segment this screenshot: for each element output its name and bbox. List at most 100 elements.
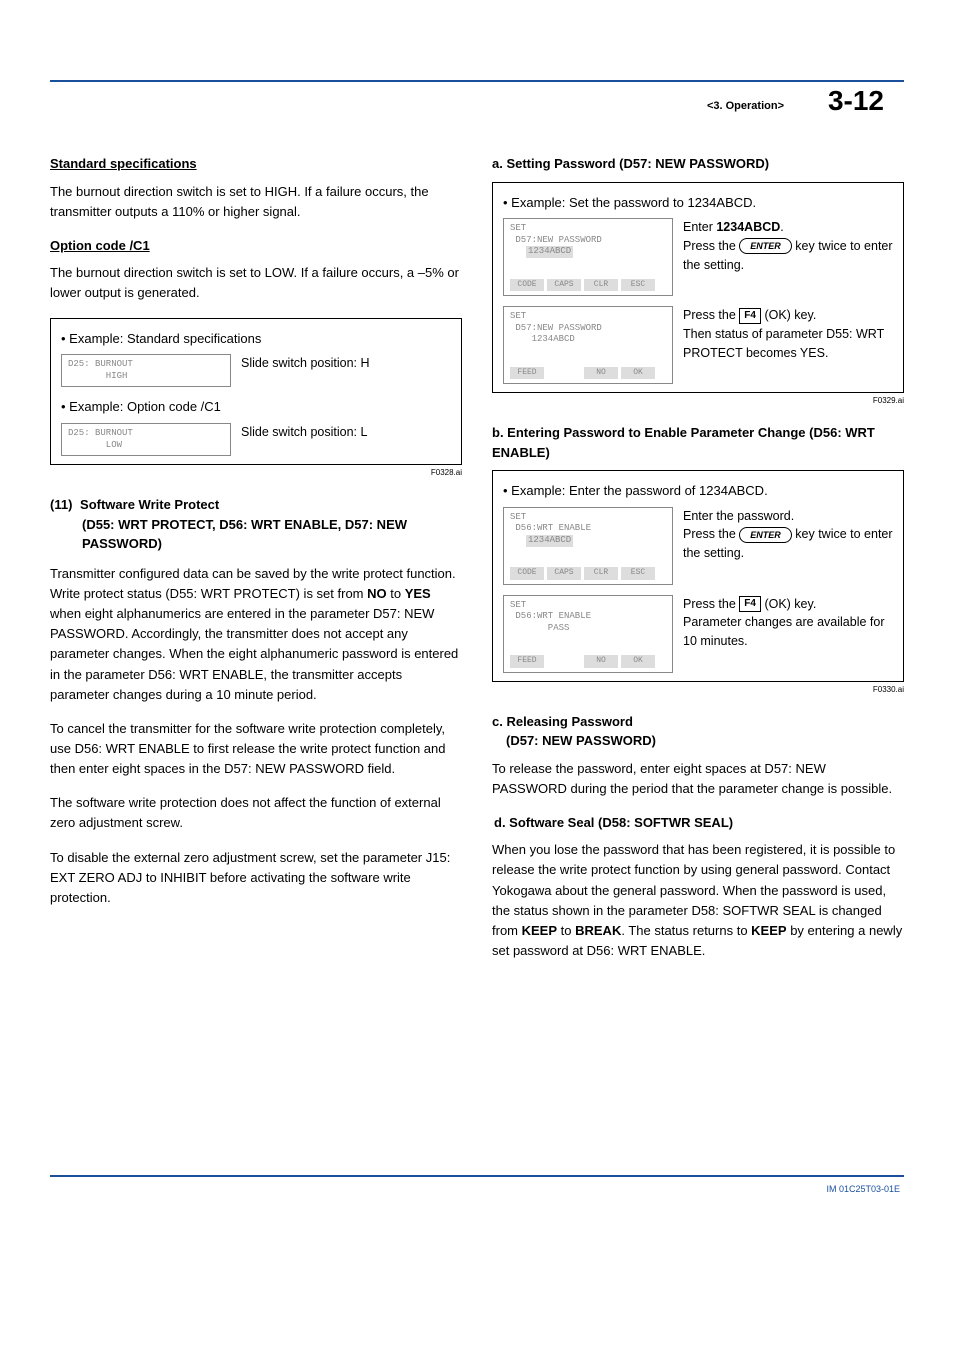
lcd-btn: CODE xyxy=(510,567,544,579)
lcd-line: PASS xyxy=(510,623,666,635)
section-title-line1: Software Write Protect xyxy=(80,497,219,512)
footer-rule xyxy=(50,1175,904,1177)
text: Press the xyxy=(683,308,739,322)
lcd-btn: ESC xyxy=(621,567,655,579)
lcd-btn: NO xyxy=(584,367,618,379)
lcd-btn: CLR xyxy=(584,567,618,579)
lcd-line: D57:NEW PASSWORD xyxy=(510,235,666,247)
lcd-btn: NO xyxy=(584,655,618,667)
example-a-title: • Example: Set the password to 1234ABCD. xyxy=(503,193,893,213)
lcd-line: LOW xyxy=(68,440,224,452)
lcd-btn: OK xyxy=(621,367,655,379)
example-b2-note: Press the F4 (OK) key. Parameter changes… xyxy=(683,595,893,651)
lcd-line: 1234ABCD xyxy=(510,334,666,346)
heading-b: b. Entering Password to Enable Parameter… xyxy=(492,423,904,462)
text: Press the xyxy=(683,239,739,253)
lcd-screen-a2: SET D57:NEW PASSWORD 1234ABCD FEED NO OK xyxy=(503,306,673,384)
enter-key-icon: ENTER xyxy=(739,527,792,543)
lcd-btn: FEED xyxy=(510,655,544,667)
f4-key-icon: F4 xyxy=(739,596,761,612)
lcd-screen-a1: SET D57:NEW PASSWORD 1234ABCD CODE CAPS … xyxy=(503,218,673,296)
lcd-btn-blank xyxy=(547,367,581,379)
section-11-para-4: To disable the external zero adjustment … xyxy=(50,848,462,908)
heading-option-code: Option code /C1 xyxy=(50,236,462,256)
footer-doc-id: IM 01C25T03-01E xyxy=(50,1183,904,1197)
lcd-screen-burnout-low: D25: BURNOUT LOW xyxy=(61,423,231,456)
text: when eight alphanumerics are entered in … xyxy=(50,606,458,702)
text: Then status of parameter D55: WRT PROTEC… xyxy=(683,327,884,360)
lcd-line: SET xyxy=(510,311,666,323)
lcd-line: HIGH xyxy=(68,371,224,383)
lcd-btn: CODE xyxy=(510,279,544,291)
lcd-line: D25: BURNOUT xyxy=(68,359,224,371)
text-bold: KEEP xyxy=(522,923,557,938)
left-column: Standard specifications The burnout dire… xyxy=(50,154,462,975)
text-bold: NO xyxy=(367,586,387,601)
lcd-line: D56:WRT ENABLE xyxy=(510,523,666,535)
lcd-screen-burnout-high: D25: BURNOUT HIGH xyxy=(61,354,231,387)
example-box-burnout: • Example: Standard specifications D25: … xyxy=(50,318,462,466)
text-bold: BREAK xyxy=(575,923,621,938)
text: Parameter changes are available for 10 m… xyxy=(683,615,885,648)
lcd-line: D56:WRT ENABLE xyxy=(510,611,666,623)
lcd-btn: FEED xyxy=(510,367,544,379)
example-a1-note: Enter 1234ABCD. Press the ENTER key twic… xyxy=(683,218,893,274)
section-11-para-3: The software write protection does not a… xyxy=(50,793,462,833)
text: (D57: NEW PASSWORD) xyxy=(506,731,656,751)
right-column: a. Setting Password (D57: NEW PASSWORD) … xyxy=(492,154,904,975)
lcd-line: D25: BURNOUT xyxy=(68,428,224,440)
example-b-title: • Example: Enter the password of 1234ABC… xyxy=(503,481,893,501)
lcd-screen-b2: SET D56:WRT ENABLE PASS FEED NO OK xyxy=(503,595,673,673)
heading-a: a. Setting Password (D57: NEW PASSWORD) xyxy=(492,154,904,174)
section-11-para-2: To cancel the transmitter for the softwa… xyxy=(50,719,462,779)
lcd-line: SET xyxy=(510,600,666,612)
header-rule xyxy=(50,80,904,82)
text-bold: YES xyxy=(405,586,431,601)
lcd-line: SET xyxy=(510,512,666,524)
lcd-btn: CAPS xyxy=(547,279,581,291)
example1-note: Slide switch position: H xyxy=(241,354,451,373)
text-bold: 1234ABCD xyxy=(716,220,780,234)
lcd-screen-b1: SET D56:WRT ENABLE 1234ABCD CODE CAPS CL… xyxy=(503,507,673,585)
section-number: (11) xyxy=(50,497,72,512)
para-d: When you lose the password that has been… xyxy=(492,840,904,961)
para-std-spec: The burnout direction switch is set to H… xyxy=(50,182,462,222)
heading-section-11: (11) Software Write Protect (D55: WRT PR… xyxy=(50,495,462,554)
lcd-line: SET xyxy=(510,223,666,235)
lcd-btn: ESC xyxy=(621,279,655,291)
text: Enter xyxy=(683,220,716,234)
figure-id-2: F0329.ai xyxy=(492,395,904,407)
heading-std-spec: Standard specifications xyxy=(50,154,462,174)
lcd-btn: OK xyxy=(621,655,655,667)
lcd-line: D57:NEW PASSWORD xyxy=(510,323,666,335)
section-title-line2: (D55: WRT PROTECT, D56: WRT ENABLE, D57:… xyxy=(82,515,462,554)
f4-key-icon: F4 xyxy=(739,308,761,324)
example2-title: • Example: Option code /C1 xyxy=(61,397,451,417)
example2-note: Slide switch position: L xyxy=(241,423,451,442)
figure-id-3: F0330.ai xyxy=(492,684,904,696)
example-box-a: • Example: Set the password to 1234ABCD.… xyxy=(492,182,904,394)
para-option-code: The burnout direction switch is set to L… xyxy=(50,263,462,303)
section-11-para-1: Transmitter configured data can be saved… xyxy=(50,564,462,705)
text: Press the xyxy=(683,527,739,541)
lcd-btn-blank xyxy=(547,655,581,667)
text-bold: KEEP xyxy=(751,923,786,938)
lcd-value: 1234ABCD xyxy=(526,535,573,547)
example-a2-note: Press the F4 (OK) key. Then status of pa… xyxy=(683,306,893,362)
text: . The status returns to xyxy=(621,923,751,938)
figure-id-1: F0328.ai xyxy=(50,467,462,479)
example1-title: • Example: Standard specifications xyxy=(61,329,451,349)
text: Enter the password. xyxy=(683,509,794,523)
text: . xyxy=(780,220,783,234)
text: (OK) key. xyxy=(764,597,816,611)
text: c. Releasing Password xyxy=(492,714,633,729)
lcd-btn: CAPS xyxy=(547,567,581,579)
text: to xyxy=(387,586,405,601)
header-section: <3. Operation> xyxy=(707,98,784,115)
heading-c: c. Releasing Password (D57: NEW PASSWORD… xyxy=(492,712,904,751)
lcd-btn: CLR xyxy=(584,279,618,291)
heading-d: d. Software Seal (D58: SOFTWR SEAL) xyxy=(494,813,904,833)
page-number: 3-12 xyxy=(828,80,884,122)
text: Press the xyxy=(683,597,739,611)
lcd-value: 1234ABCD xyxy=(526,246,573,258)
